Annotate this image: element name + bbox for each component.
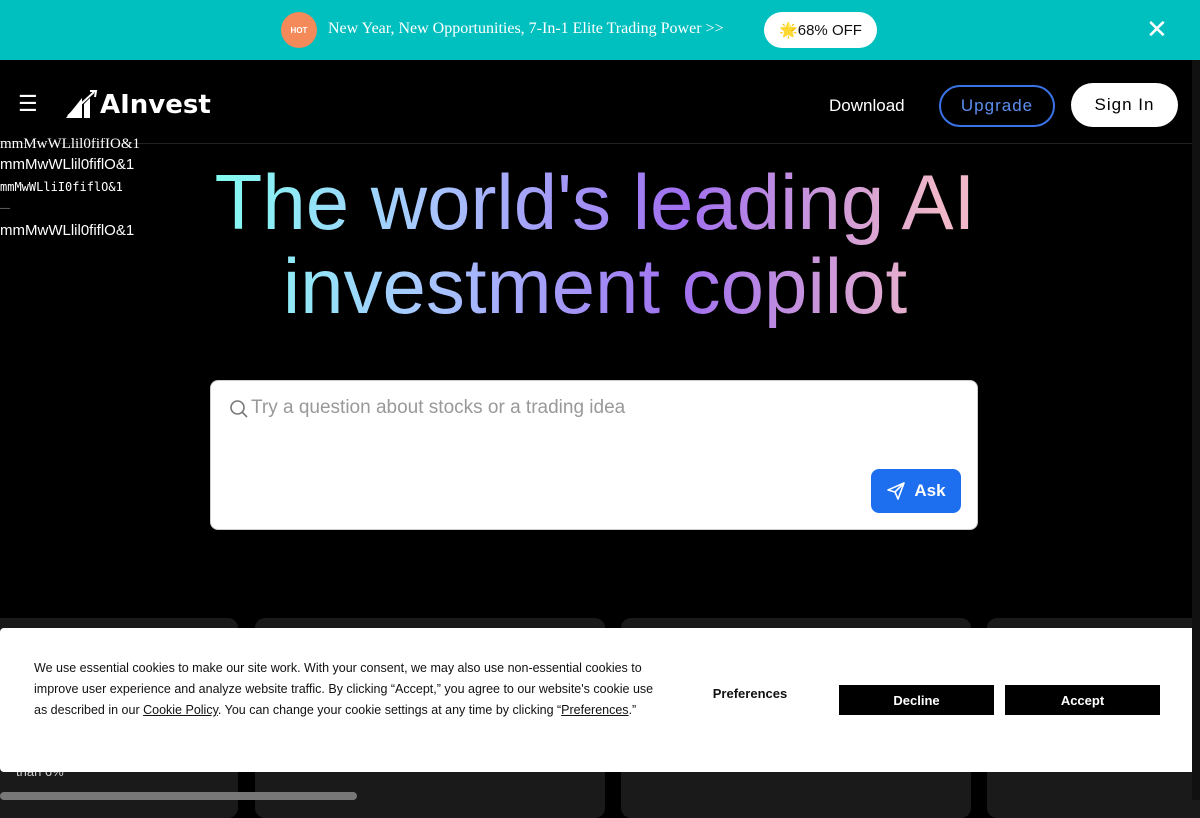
cookie-text-part: .” bbox=[628, 703, 637, 717]
hamburger-icon[interactable]: ☰ bbox=[18, 93, 38, 115]
cookie-text-part: . You can change your cookie settings at… bbox=[217, 703, 562, 717]
sign-in-button[interactable]: Sign In bbox=[1071, 83, 1178, 127]
promo-text[interactable]: New Year, New Opportunities, 7-In-1 Elit… bbox=[328, 20, 724, 38]
ask-button[interactable]: Ask bbox=[871, 469, 961, 513]
decline-button[interactable]: Decline bbox=[839, 685, 994, 715]
offer-label: 68% OFF bbox=[797, 21, 862, 39]
horizontal-scrollbar[interactable] bbox=[0, 792, 357, 800]
hot-badge-icon: HOT bbox=[281, 12, 317, 48]
font-test-line: mmMwWLlil0fiflO&1 bbox=[0, 222, 135, 239]
preferences-button[interactable]: Preferences bbox=[690, 686, 810, 701]
font-test-line: mmMwWLlil0fifIO&1 bbox=[0, 138, 140, 152]
cookie-policy-link[interactable]: Cookie Policy bbox=[143, 703, 218, 717]
font-test-line: mmMwWLliI0fiflO&1 bbox=[0, 180, 123, 194]
font-test-line: — bbox=[0, 203, 10, 214]
search-box: Ask bbox=[210, 380, 978, 530]
logo[interactable]: AInvest bbox=[64, 90, 211, 120]
hero-title: The world's leading AI investment copilo… bbox=[160, 160, 1030, 328]
download-link[interactable]: Download bbox=[829, 96, 905, 116]
search-input[interactable] bbox=[251, 397, 951, 419]
star-icon: 🌟 bbox=[779, 22, 798, 39]
cookie-banner: We use essential cookies to make our sit… bbox=[0, 628, 1194, 772]
font-test-line: mmMwWLlil0fiflO&1 bbox=[0, 156, 135, 173]
send-icon bbox=[887, 482, 906, 500]
hero-line-1: The world's leading AI bbox=[214, 158, 976, 246]
vertical-scrollbar[interactable] bbox=[1192, 60, 1200, 800]
upgrade-button[interactable]: Upgrade bbox=[939, 85, 1055, 127]
ask-label: Ask bbox=[914, 481, 946, 500]
close-icon[interactable]: ✕ bbox=[1146, 16, 1168, 42]
cookie-text: We use essential cookies to make our sit… bbox=[34, 658, 654, 721]
font-test-text: mmMwWLlil0fifIO&1 mmMwWLlil0fiflO&1 mmMw… bbox=[0, 138, 140, 242]
logo-chart-icon bbox=[66, 90, 98, 118]
preferences-link[interactable]: Preferences bbox=[561, 703, 628, 717]
logo-text: AInvest bbox=[100, 90, 211, 120]
search-icon bbox=[230, 400, 248, 418]
accept-button[interactable]: Accept bbox=[1005, 685, 1160, 715]
hero-line-2: investment copilot bbox=[282, 242, 908, 330]
promo-banner[interactable]: HOT New Year, New Opportunities, 7-In-1 … bbox=[0, 0, 1200, 60]
top-nav: ☰ AInvest Download Upgrade Sign In bbox=[0, 60, 1192, 144]
offer-badge[interactable]: 🌟 68% OFF bbox=[764, 12, 877, 48]
